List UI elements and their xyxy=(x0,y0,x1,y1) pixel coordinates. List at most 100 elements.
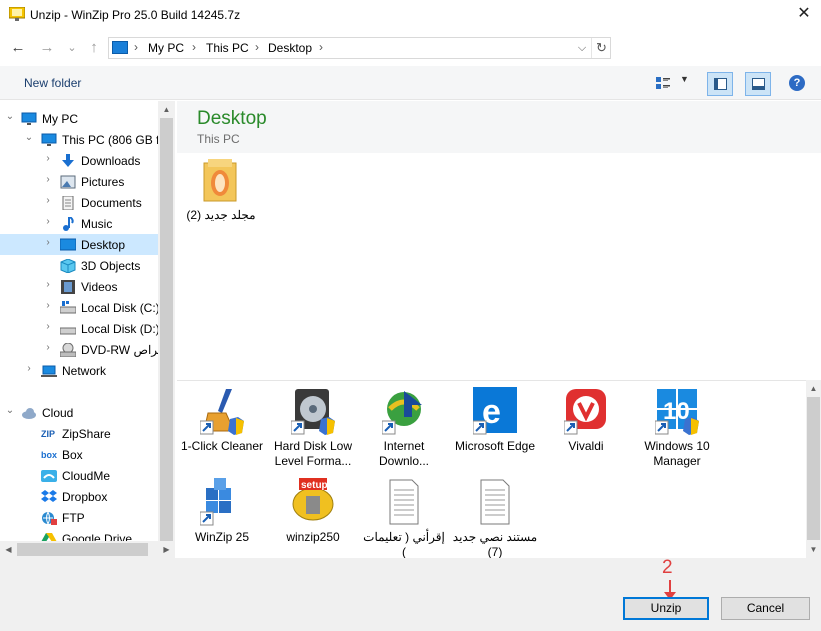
scroll-left-arrow-icon[interactable]: ◀ xyxy=(0,541,17,558)
recent-locations-icon[interactable]: ⌄ xyxy=(63,38,81,58)
details-pane-button[interactable] xyxy=(745,72,771,96)
scroll-thumb[interactable] xyxy=(160,118,173,555)
file-label: Internet Downlo... xyxy=(378,439,430,468)
collapsed-chevron-icon[interactable]: › xyxy=(42,153,54,164)
breadcrumb-separator[interactable]: › xyxy=(134,40,138,54)
scroll-thumb[interactable] xyxy=(807,397,820,540)
file-item-1-click-cleaner[interactable]: 1-Click Cleaner xyxy=(179,383,265,467)
sidebar-item-3d-objects[interactable]: 3D Objects xyxy=(0,255,158,276)
winzip-shortcut-icon xyxy=(200,478,231,526)
sidebar-item-dropbox[interactable]: Dropbox xyxy=(0,486,158,507)
unzip-button[interactable]: Unzip xyxy=(623,597,709,620)
sidebar-horizontal-scrollbar[interactable]: ◀ ▶ xyxy=(0,541,175,558)
sidebar-item-this-pc[interactable]: ⌄ This PC (806 GB fre xyxy=(0,129,158,150)
google-drive-icon xyxy=(41,533,57,541)
collapsed-chevron-icon[interactable]: › xyxy=(42,195,54,206)
close-button[interactable]: ✕ xyxy=(787,0,821,30)
file-item-internet-download-manager[interactable]: Internet Downlo... xyxy=(361,383,447,468)
breadcrumb-my-pc[interactable]: My PC xyxy=(148,41,184,55)
monitor-icon xyxy=(112,41,128,54)
file-item-vivaldi[interactable]: Vivaldi xyxy=(543,383,629,467)
sidebar-item-label: Music xyxy=(81,217,113,231)
pictures-icon xyxy=(60,175,76,189)
refresh-icon[interactable]: ↻ xyxy=(591,38,611,58)
cancel-button[interactable]: Cancel xyxy=(721,597,810,620)
forward-arrow-icon[interactable]: → xyxy=(38,38,56,58)
file-item-windows-10-manager[interactable]: 10 Windows 10 Manager xyxy=(634,383,720,468)
sidebar-item-pictures[interactable]: › Pictures xyxy=(0,171,158,192)
collapsed-chevron-icon[interactable]: › xyxy=(23,363,35,374)
sidebar-item-label: Network xyxy=(62,364,107,378)
collapsed-chevron-icon[interactable]: › xyxy=(42,300,54,311)
file-item-winzip-25[interactable]: WinZip 25 xyxy=(179,474,265,558)
file-item-microsoft-edge[interactable]: e Microsoft Edge xyxy=(452,383,538,467)
sidebar-item-google-drive[interactable]: Google Drive xyxy=(0,528,158,541)
help-icon[interactable]: ? xyxy=(789,75,805,91)
change-view-icon[interactable] xyxy=(655,75,671,91)
sidebar-item-label: Pictures xyxy=(81,175,125,189)
sidebar-item-documents[interactable]: › Documents xyxy=(0,192,158,213)
breadcrumb-separator[interactable]: › xyxy=(255,40,259,54)
collapsed-chevron-icon[interactable]: › xyxy=(42,216,54,227)
address-bar[interactable]: › My PC › This PC › Desktop › ⌵ ↻ xyxy=(108,37,611,59)
collapsed-chevron-icon[interactable]: › xyxy=(42,174,54,185)
files-vertical-scrollbar[interactable]: ▲ ▼ xyxy=(806,380,821,558)
sidebar-item-box[interactable]: box Box xyxy=(0,444,158,465)
sidebar-item-cloudme[interactable]: CloudMe xyxy=(0,465,158,486)
sidebar-item-videos[interactable]: › Videos xyxy=(0,276,158,297)
file-item-readme-instructions[interactable]: إقرأني ( تعليمات ) xyxy=(361,474,447,559)
scroll-right-arrow-icon[interactable]: ▶ xyxy=(158,541,175,558)
sidebar-item-music[interactable]: › Music xyxy=(0,213,158,234)
collapsed-chevron-icon[interactable]: › xyxy=(42,279,54,290)
file-item-winzip250[interactable]: setup winzip250 xyxy=(270,474,356,558)
ftp-globe-icon xyxy=(42,511,57,525)
sidebar-vertical-scrollbar[interactable]: ▲ xyxy=(158,101,175,555)
back-arrow-icon[interactable]: ← xyxy=(9,38,27,58)
vivaldi-shortcut-icon xyxy=(564,389,606,435)
scroll-down-arrow-icon[interactable]: ▼ xyxy=(806,541,821,558)
sidebar-item-downloads[interactable]: › Downloads xyxy=(0,150,158,171)
breadcrumb-desktop[interactable]: Desktop xyxy=(268,41,312,55)
sidebar-item-label: CloudMe xyxy=(62,469,111,483)
desktop-icon xyxy=(60,238,76,251)
file-item-hard-disk-low-level-format[interactable]: Hard Disk Low Level Forma... xyxy=(270,383,356,468)
collapsed-chevron-icon[interactable]: › xyxy=(42,342,54,353)
file-item-new-text-document-7[interactable]: مستند نصي جديد (7) xyxy=(452,474,538,559)
film-icon xyxy=(61,280,75,294)
dialog-footer xyxy=(0,558,821,631)
expand-chevron-icon[interactable]: ⌄ xyxy=(23,132,35,143)
sidebar-item-dvd-rw[interactable]: › DVD-RW قراص xyxy=(0,339,158,360)
network-icon xyxy=(41,365,57,377)
breadcrumb-separator[interactable]: › xyxy=(319,40,323,54)
sidebar-item-desktop[interactable]: › Desktop xyxy=(0,234,158,255)
view-options-dropdown-icon[interactable]: ▼ xyxy=(680,74,689,84)
sidebar-item-network[interactable]: › Network xyxy=(0,360,158,381)
collapsed-chevron-icon[interactable]: › xyxy=(42,237,54,248)
scroll-thumb[interactable] xyxy=(17,543,148,556)
breadcrumb-separator[interactable]: › xyxy=(192,40,196,54)
sidebar-item-ftp[interactable]: FTP xyxy=(0,507,158,528)
file-label: WinZip 25 xyxy=(194,530,250,544)
up-arrow-icon[interactable]: ↑ xyxy=(85,38,103,58)
sidebar-item-label: My PC xyxy=(42,112,78,126)
details-pane-icon xyxy=(752,78,765,90)
folder-item[interactable]: مجلد جديد (2) xyxy=(185,157,257,227)
sidebar-item-local-disk-c[interactable]: › Local Disk (C:) xyxy=(0,297,158,318)
new-folder-button[interactable]: New folder xyxy=(24,76,81,90)
scroll-up-arrow-icon[interactable]: ▲ xyxy=(158,101,175,118)
breadcrumb-this-pc[interactable]: This PC xyxy=(206,41,249,55)
address-dropdown-icon[interactable]: ⌵ xyxy=(575,39,589,57)
sidebar-item-my-pc[interactable]: ⌄ My PC xyxy=(0,108,158,129)
window-title: Unzip - WinZip Pro 25.0 Build 14245.7z xyxy=(30,8,241,22)
sidebar-item-zipshare[interactable]: ZIP ZipShare xyxy=(0,423,158,444)
sidebar-item-cloud[interactable]: ⌄ Cloud xyxy=(0,402,158,423)
drive-icon xyxy=(60,327,76,335)
sidebar-item-local-disk-d[interactable]: › Local Disk (D:) xyxy=(0,318,158,339)
expand-chevron-icon[interactable]: ⌄ xyxy=(4,405,16,416)
scroll-up-arrow-icon[interactable]: ▲ xyxy=(806,380,821,397)
expand-chevron-icon[interactable]: ⌄ xyxy=(4,111,16,122)
collapsed-chevron-icon[interactable]: › xyxy=(42,321,54,332)
page-subtitle: This PC xyxy=(197,132,240,146)
step-annotation: 2 xyxy=(662,557,673,578)
preview-pane-button[interactable] xyxy=(707,72,733,96)
